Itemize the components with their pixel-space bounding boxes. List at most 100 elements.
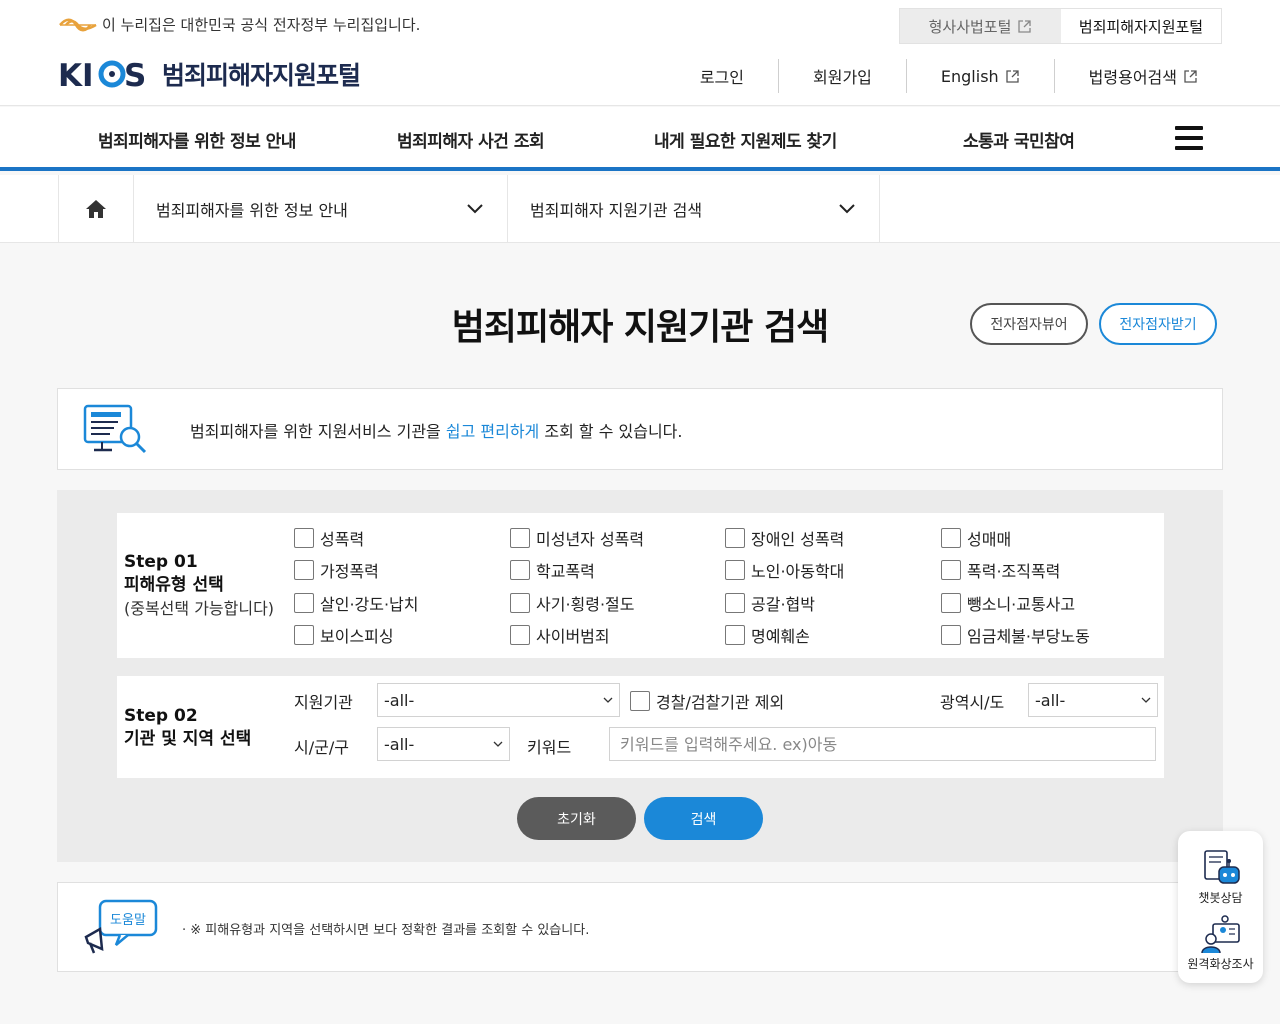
region-label: 광역시/도 xyxy=(940,693,1005,712)
victim-type-label: 살인·강도·납치 xyxy=(320,595,419,614)
victim-type-checkbox[interactable]: 뺑소니·교통사고 xyxy=(941,591,1075,615)
external-link-icon xyxy=(1006,69,1019,83)
nav-participation[interactable]: 소통과 국민참여 xyxy=(963,127,1075,152)
portal-tab-criminal-justice[interactable]: 형사사법포털 xyxy=(900,9,1061,43)
help-box: 도움말 · ※ 피해유형과 지역을 선택하시면 보다 정확한 결과를 조회할 수… xyxy=(57,882,1223,972)
breadcrumb: 범죄피해자를 위한 정보 안내 범죄피해자 지원기관 검색 xyxy=(0,175,1280,243)
victim-type-label: 사이버범죄 xyxy=(536,627,610,646)
search-button[interactable]: 검색 xyxy=(644,797,763,840)
chatbot-icon xyxy=(1203,850,1240,884)
region-select[interactable]: -all- xyxy=(1028,683,1158,717)
nav-case-lookup[interactable]: 범죄피해자 사건 조회 xyxy=(397,127,545,152)
agency-select[interactable]: -all- xyxy=(377,683,620,717)
breadcrumb-level2-select[interactable]: 범죄피해자 지원기관 검색 xyxy=(508,175,880,242)
chevron-down-icon xyxy=(839,203,855,213)
reset-button[interactable]: 초기화 xyxy=(517,797,636,840)
victim-type-label: 성폭력 xyxy=(320,530,365,549)
agency-label: 지원기관 xyxy=(294,693,353,712)
step1-title: 피해유형 선택 xyxy=(124,575,224,595)
victim-type-checkbox[interactable]: 공갈·협박 xyxy=(725,591,815,615)
quick-menu: 챗봇상담 원격화상조사 xyxy=(1178,831,1263,983)
step2-title: 기관 및 지역 선택 xyxy=(124,729,252,749)
kics-logo-icon: KI S xyxy=(58,58,146,90)
district-label: 시/군/구 xyxy=(294,738,349,757)
braille-viewer-button[interactable]: 전자점자뷰어 xyxy=(970,303,1088,345)
gov-emblem-icon xyxy=(59,18,97,31)
victim-type-checkbox[interactable]: 사이버범죄 xyxy=(510,623,610,647)
signup-link[interactable]: 회원가입 xyxy=(779,59,907,93)
intro-text: 범죄피해자를 위한 지원서비스 기관을 쉽고 편리하게 조회 할 수 있습니다. xyxy=(190,422,683,441)
video-call-icon xyxy=(1200,915,1240,953)
victim-type-label: 명예훼손 xyxy=(751,627,810,646)
portal-tab-victim-support[interactable]: 범죄피해자지원포털 xyxy=(1061,9,1221,43)
step1-number: Step 01 xyxy=(124,552,198,572)
svg-text:KI: KI xyxy=(58,58,94,90)
victim-type-checkbox[interactable]: 미성년자 성폭력 xyxy=(510,526,644,550)
victim-type-label: 노인·아동학대 xyxy=(751,562,845,581)
step2-number: Step 02 xyxy=(124,706,198,726)
external-link-icon xyxy=(1184,69,1197,83)
nav-victim-info[interactable]: 범죄피해자를 위한 정보 안내 xyxy=(98,127,296,152)
logo-text: 범죄피해자지원포털 xyxy=(162,61,361,90)
step1-note: (중복선택 가능합니다) xyxy=(124,599,275,618)
chevron-down-icon xyxy=(467,203,483,213)
victim-type-checkbox[interactable]: 임금체불·부당노동 xyxy=(941,623,1090,647)
braille-download-button[interactable]: 전자점자받기 xyxy=(1099,303,1217,345)
step1-victim-type: Step 01 피해유형 선택 (중복선택 가능합니다) 성폭력 미성년자 성폭력… xyxy=(117,513,1164,658)
district-select[interactable]: -all- xyxy=(377,727,510,761)
keyword-input[interactable] xyxy=(609,727,1156,761)
breadcrumb-level1-select[interactable]: 범죄피해자를 위한 정보 안내 xyxy=(134,175,508,242)
site-logo[interactable]: KI S 범죄피해자지원포털 xyxy=(58,56,361,92)
victim-type-checkbox[interactable]: 명예훼손 xyxy=(725,623,810,647)
victim-type-label: 학교폭력 xyxy=(536,562,595,581)
victim-type-label: 미성년자 성폭력 xyxy=(536,530,645,549)
nav-support-finder[interactable]: 내게 필요한 지원제도 찾기 xyxy=(654,127,837,152)
main-nav: 범죄피해자를 위한 정보 안내 범죄피해자 사건 조회 내게 필요한 지원제도 … xyxy=(0,107,1280,171)
legal-terms-link[interactable]: 법령용어검색 xyxy=(1055,59,1222,93)
external-link-icon xyxy=(1018,19,1032,33)
chevron-down-icon xyxy=(603,697,613,703)
chevron-down-icon xyxy=(1141,697,1151,703)
menu-icon[interactable] xyxy=(1175,126,1203,150)
english-link[interactable]: English xyxy=(907,59,1055,93)
victim-type-checkbox[interactable]: 보이스피싱 xyxy=(294,623,394,647)
victim-type-label: 가정폭력 xyxy=(320,562,379,581)
victim-type-checkbox[interactable]: 장애인 성폭력 xyxy=(725,526,844,550)
utility-links: 로그인 회원가입 English 법령용어검색 xyxy=(666,58,1222,94)
gov-notice-text: 이 누리집은 대한민국 공식 전자정부 누리집입니다. xyxy=(102,16,421,34)
gov-notice: 이 누리집은 대한민국 공식 전자정부 누리집입니다. xyxy=(58,14,420,35)
victim-type-label: 폭력·조직폭력 xyxy=(967,562,1061,581)
help-text: · ※ 피해유형과 지역을 선택하시면 보다 정확한 결과를 조회할 수 있습니… xyxy=(182,923,590,938)
step2-agency-region: Step 02 기관 및 지역 선택 지원기관 -all- 경찰/검찰기관 제외… xyxy=(117,676,1164,778)
help-badge-text: 도움말 xyxy=(110,913,146,928)
keyword-label: 키워드 xyxy=(527,738,572,757)
login-link[interactable]: 로그인 xyxy=(666,59,779,93)
chevron-down-icon xyxy=(493,741,503,747)
page-title: 범죄피해자 지원기관 검색 xyxy=(451,307,829,348)
home-button[interactable] xyxy=(58,175,134,242)
megaphone-help-icon: 도움말 xyxy=(84,899,158,954)
search-form: Step 01 피해유형 선택 (중복선택 가능합니다) 성폭력 미성년자 성폭력… xyxy=(57,490,1223,862)
portal-switch: 형사사법포털 범죄피해자지원포털 xyxy=(899,8,1222,44)
victim-type-checkbox[interactable]: 학교폭력 xyxy=(510,558,595,582)
site-header: KI S 범죄피해자지원포털 로그인 회원가입 English 법령용어검색 xyxy=(0,50,1280,106)
intro-box: 범죄피해자를 위한 지원서비스 기관을 쉽고 편리하게 조회 할 수 있습니다. xyxy=(57,388,1223,470)
victim-type-label: 사기·횡령·절도 xyxy=(536,595,635,614)
svg-text:S: S xyxy=(124,58,146,90)
victim-type-label: 뺑소니·교통사고 xyxy=(967,595,1076,614)
exclude-police-checkbox[interactable]: 경찰/검찰기관 제외 xyxy=(630,689,784,713)
victim-type-checkbox[interactable]: 사기·횡령·절도 xyxy=(510,591,635,615)
victim-type-label: 장애인 성폭력 xyxy=(751,530,845,549)
victim-type-label: 임금체불·부당노동 xyxy=(967,627,1090,646)
victim-type-label: 공갈·협박 xyxy=(751,595,815,614)
chatbot-button[interactable]: 챗봇상담 xyxy=(1178,849,1263,906)
victim-type-checkbox[interactable]: 폭력·조직폭력 xyxy=(941,558,1060,582)
victim-type-checkbox[interactable]: 성매매 xyxy=(941,526,1011,550)
victim-type-checkbox[interactable]: 노인·아동학대 xyxy=(725,558,844,582)
victim-type-checkbox[interactable]: 살인·강도·납치 xyxy=(294,591,419,615)
victim-type-label: 성매매 xyxy=(967,530,1012,549)
home-icon xyxy=(86,199,106,218)
video-investigation-button[interactable]: 원격화상조사 xyxy=(1178,915,1263,972)
victim-type-checkbox[interactable]: 성폭력 xyxy=(294,526,364,550)
victim-type-checkbox[interactable]: 가정폭력 xyxy=(294,558,379,582)
